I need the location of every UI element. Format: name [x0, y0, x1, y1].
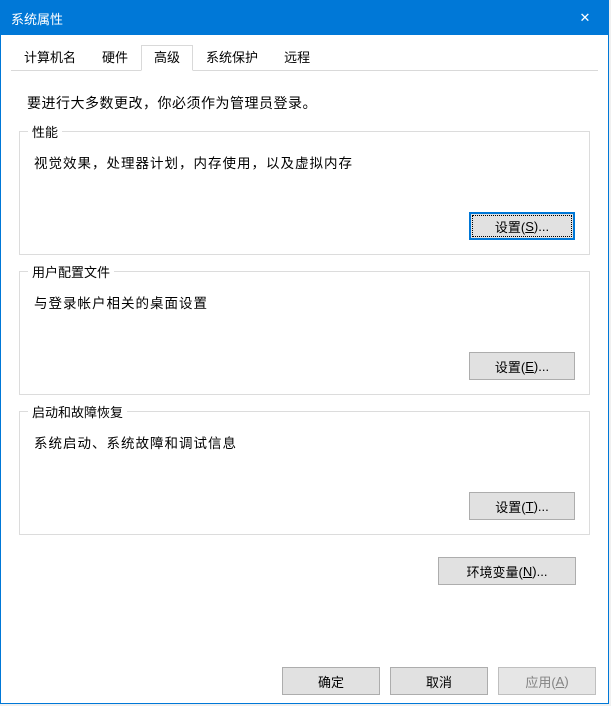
apply-button[interactable]: 应用(A)	[498, 667, 596, 695]
groupbox-user-profiles-btnrow: 设置(E)...	[34, 352, 575, 380]
tabs: 计算机名 硬件 高级 系统保护 远程	[11, 45, 598, 71]
tab-computer-name[interactable]: 计算机名	[11, 45, 89, 70]
content-spacer	[19, 595, 590, 653]
performance-settings-button[interactable]: 设置(S)...	[469, 212, 575, 240]
groupbox-performance: 性能 视觉效果，处理器计划，内存使用，以及虚拟内存 设置(S)...	[19, 131, 590, 255]
dialog-footer: 确定 取消 应用(A)	[1, 659, 608, 703]
titlebar[interactable]: 系统属性 ✕	[1, 1, 608, 35]
tab-advanced[interactable]: 高级	[141, 45, 193, 71]
tab-remote[interactable]: 远程	[271, 45, 323, 70]
groupbox-user-profiles-legend: 用户配置文件	[28, 262, 114, 281]
groupbox-user-profiles-desc: 与登录帐户相关的桌面设置	[34, 290, 575, 318]
groupbox-startup-recovery-desc: 系统启动、系统故障和调试信息	[34, 430, 575, 458]
groupbox-performance-desc: 视觉效果，处理器计划，内存使用，以及虚拟内存	[34, 150, 575, 178]
close-button[interactable]: ✕	[562, 1, 608, 35]
groupbox-startup-recovery: 启动和故障恢复 系统启动、系统故障和调试信息 设置(T)...	[19, 411, 590, 535]
window-title: 系统属性	[11, 9, 63, 28]
groupbox-startup-recovery-legend: 启动和故障恢复	[28, 402, 127, 421]
ok-button[interactable]: 确定	[282, 667, 380, 695]
groupbox-performance-legend: 性能	[28, 122, 62, 141]
environment-variables-button[interactable]: 环境变量(N)...	[438, 557, 576, 585]
admin-info-text: 要进行大多数更改，你必须作为管理员登录。	[19, 81, 590, 131]
user-profiles-settings-button[interactable]: 设置(E)...	[469, 352, 575, 380]
tabs-container: 计算机名 硬件 高级 系统保护 远程	[1, 35, 608, 71]
startup-recovery-settings-button[interactable]: 设置(T)...	[469, 492, 575, 520]
system-properties-window: 系统属性 ✕ 计算机名 硬件 高级 系统保护 远程 要进行大多数更改，你必须作为…	[0, 0, 609, 704]
env-vars-row: 环境变量(N)...	[19, 555, 590, 595]
groupbox-startup-recovery-btnrow: 设置(T)...	[34, 492, 575, 520]
tab-hardware[interactable]: 硬件	[89, 45, 141, 70]
cancel-button[interactable]: 取消	[390, 667, 488, 695]
groupbox-performance-btnrow: 设置(S)...	[34, 212, 575, 240]
groupbox-user-profiles: 用户配置文件 与登录帐户相关的桌面设置 设置(E)...	[19, 271, 590, 395]
tab-system-protection[interactable]: 系统保护	[193, 45, 271, 70]
tab-content-advanced: 要进行大多数更改，你必须作为管理员登录。 性能 视觉效果，处理器计划，内存使用，…	[1, 71, 608, 659]
close-icon: ✕	[580, 10, 591, 26]
